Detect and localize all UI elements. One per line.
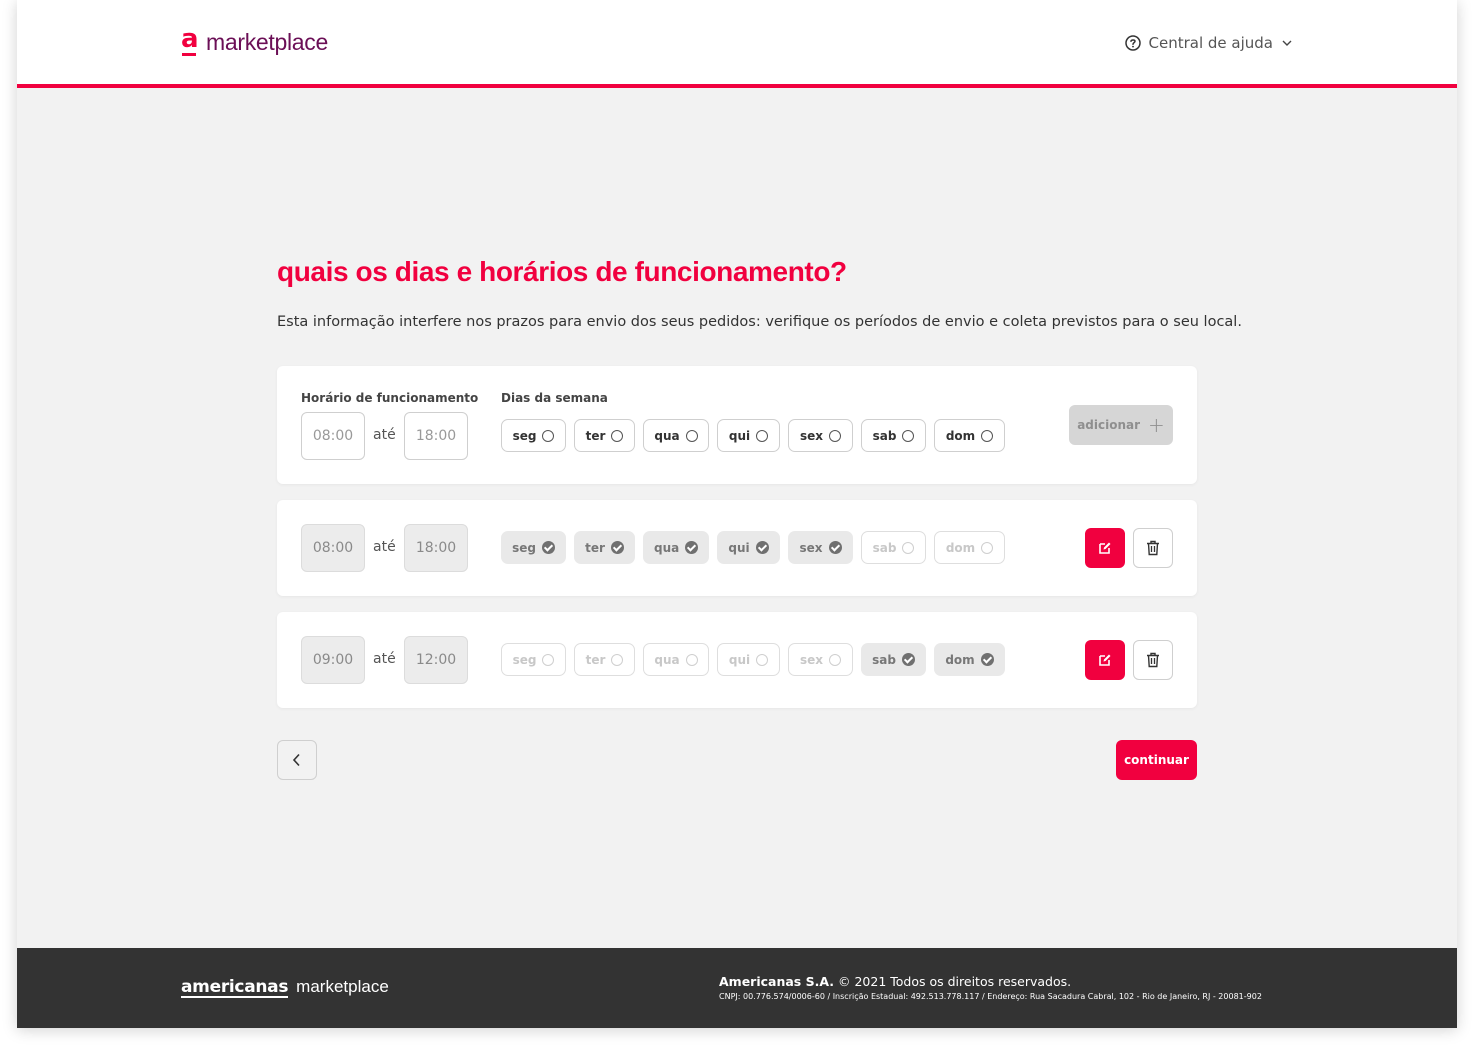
- until-label: até: [373, 651, 396, 667]
- radio-icon: [685, 653, 698, 666]
- days-label: Dias da semana: [501, 391, 608, 405]
- delete-button[interactable]: [1133, 640, 1173, 680]
- help-center-menu[interactable]: Central de ajuda: [1124, 34, 1293, 52]
- day-selector: seg ter qua qui sex sab dom: [501, 531, 1013, 564]
- day-chip-seg: seg: [501, 531, 566, 564]
- radio-icon: [902, 541, 915, 554]
- radio-icon: [829, 653, 842, 666]
- day-chip-dom: dom: [934, 531, 1005, 564]
- page-subtitle: Esta informação interfere nos prazos par…: [277, 314, 1242, 330]
- day-chip-sab[interactable]: sab: [861, 419, 926, 452]
- day-chip-seg: seg: [501, 643, 566, 676]
- day-chip-sex: sex: [788, 643, 853, 676]
- radio-icon: [902, 429, 915, 442]
- footer-logo: americanas marketplace: [181, 977, 389, 998]
- radio-icon: [756, 653, 769, 666]
- radio-icon: [829, 429, 842, 442]
- check-circle-icon: [610, 541, 624, 554]
- hours-label: Horário de funcionamento: [301, 391, 479, 405]
- radio-icon: [756, 429, 769, 442]
- marketplace-logo[interactable]: a marketplace: [181, 26, 328, 58]
- delete-button[interactable]: [1133, 528, 1173, 568]
- check-circle-icon: [980, 653, 994, 666]
- schedule-card: 09:00 até 12:00 seg ter qua qui sex sab …: [277, 612, 1197, 708]
- radio-icon: [611, 653, 624, 666]
- continue-button[interactable]: continuar: [1116, 740, 1197, 780]
- back-button[interactable]: [277, 740, 317, 780]
- radio-icon: [981, 541, 994, 554]
- day-chip-ter: ter: [574, 643, 635, 676]
- schedule-card: 08:00 até 18:00 seg ter qua qui sex sab …: [277, 500, 1197, 596]
- radio-icon: [611, 429, 624, 442]
- day-chip-ter[interactable]: ter: [574, 419, 635, 452]
- day-chip-qua: qua: [643, 643, 709, 676]
- americanas-a-icon: a: [181, 24, 199, 56]
- plus-icon: +: [1148, 413, 1165, 437]
- day-chip-dom[interactable]: dom: [934, 419, 1005, 452]
- chevron-down-icon: [1282, 40, 1292, 46]
- edit-icon: [1099, 654, 1111, 666]
- day-selector: seg ter qua qui sex sab dom: [501, 419, 1013, 452]
- footer-brand: americanas: [181, 977, 289, 998]
- page-title: quais os dias e horários de funcionament…: [277, 256, 847, 287]
- start-time-field: 08:00: [301, 524, 365, 572]
- question-circle-icon: [1124, 35, 1141, 51]
- end-time-field: 12:00: [404, 636, 468, 684]
- radio-icon: [542, 429, 555, 442]
- day-chip-sex[interactable]: sex: [788, 419, 853, 452]
- start-time-input[interactable]: 08:00: [301, 412, 365, 460]
- day-chip-dom: dom: [934, 643, 1005, 676]
- day-chip-sex: sex: [788, 531, 853, 564]
- new-schedule-card: Horário de funcionamento Dias da semana …: [277, 366, 1197, 484]
- check-circle-icon: [901, 653, 915, 666]
- add-button[interactable]: adicionar +: [1069, 405, 1173, 445]
- edit-icon: [1099, 542, 1111, 554]
- footer: americanas marketplace Americanas S.A. ©…: [17, 948, 1457, 1028]
- day-chip-sab: sab: [861, 643, 926, 676]
- help-center-label: Central de ajuda: [1148, 34, 1273, 52]
- day-chip-ter: ter: [574, 531, 635, 564]
- check-circle-icon: [828, 541, 842, 554]
- day-chip-sab: sab: [861, 531, 926, 564]
- end-time-input[interactable]: 18:00: [404, 412, 468, 460]
- check-circle-icon: [541, 541, 555, 554]
- radio-icon: [981, 429, 994, 442]
- day-chip-qui: qui: [717, 643, 780, 676]
- day-chip-seg[interactable]: seg: [501, 419, 566, 452]
- day-chip-qua: qua: [643, 531, 709, 564]
- radio-icon: [542, 653, 555, 666]
- radio-icon: [685, 429, 698, 442]
- day-chip-qua[interactable]: qua: [643, 419, 709, 452]
- trash-icon: [1147, 540, 1159, 556]
- edit-button[interactable]: [1085, 640, 1125, 680]
- chevron-left-icon: [292, 753, 300, 767]
- end-time-field: 18:00: [404, 524, 468, 572]
- until-label: até: [373, 539, 396, 555]
- day-selector: seg ter qua qui sex sab dom: [501, 643, 1013, 676]
- day-chip-qui: qui: [717, 531, 780, 564]
- edit-button[interactable]: [1085, 528, 1125, 568]
- header: a marketplace Central de ajuda: [17, 0, 1457, 88]
- logo-text: marketplace: [206, 28, 328, 55]
- footer-legal: CNPJ: 00.776.574/0006-60 / Inscrição Est…: [719, 992, 1262, 1001]
- check-circle-icon: [755, 541, 769, 554]
- day-chip-qui[interactable]: qui: [717, 419, 780, 452]
- start-time-field: 09:00: [301, 636, 365, 684]
- footer-copyright: Americanas S.A. © 2021 Todos os direitos…: [719, 974, 1072, 989]
- check-circle-icon: [685, 541, 698, 554]
- trash-icon: [1147, 652, 1159, 668]
- footer-brand-suffix: marketplace: [296, 977, 389, 996]
- until-label: até: [373, 427, 396, 443]
- page-frame: a marketplace Central de ajuda quais os …: [17, 0, 1457, 1028]
